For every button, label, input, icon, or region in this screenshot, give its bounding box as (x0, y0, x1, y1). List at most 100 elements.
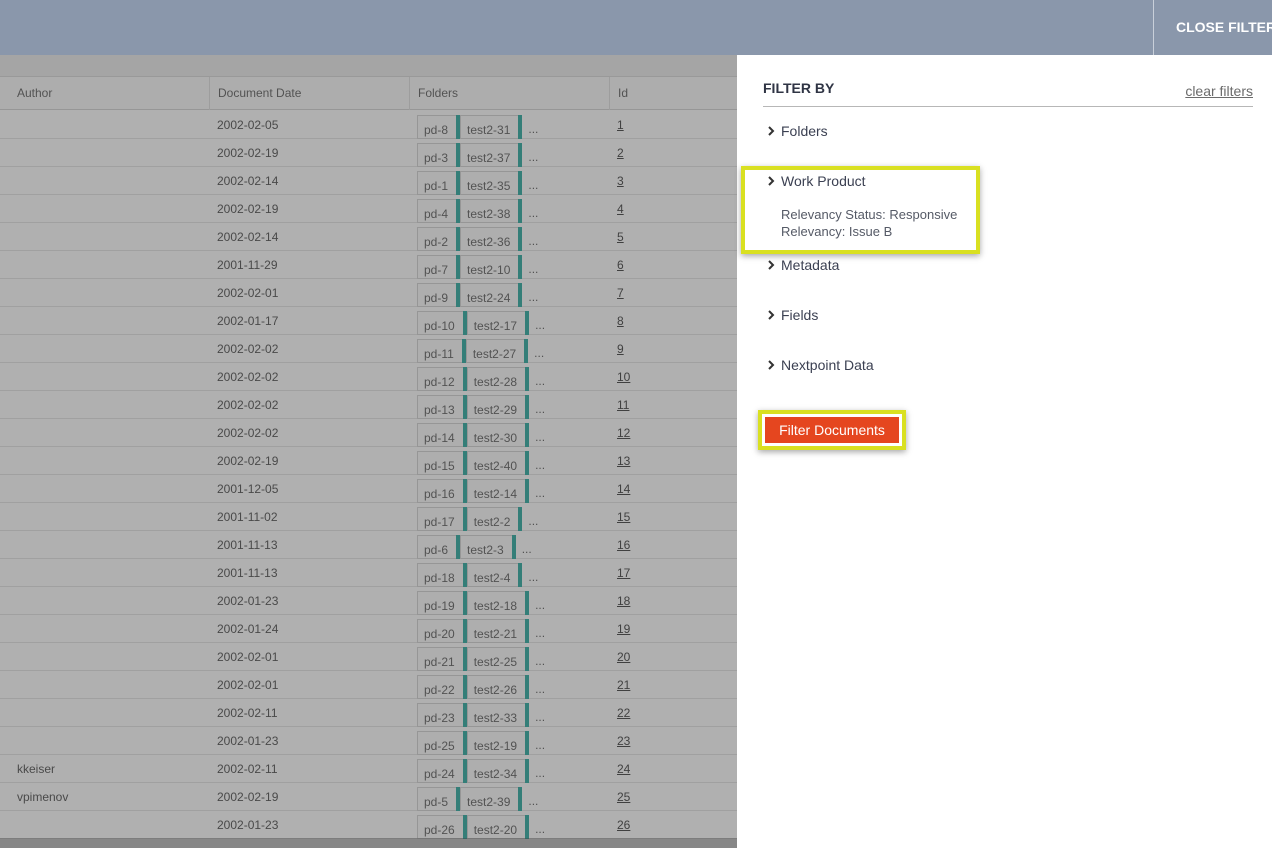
document-id-link[interactable]: 11 (617, 391, 629, 419)
folder-tag[interactable]: test2-17 (466, 311, 530, 335)
folder-tag[interactable]: test2-18 (466, 591, 530, 615)
document-id-link[interactable]: 6 (617, 251, 624, 279)
more-folders-indicator[interactable]: ... (522, 259, 538, 279)
more-folders-indicator[interactable]: ... (529, 483, 545, 503)
folder-tag[interactable]: pd-1 (417, 171, 461, 195)
folder-tag[interactable]: pd-11 (417, 339, 466, 363)
folder-tag[interactable]: pd-14 (417, 423, 467, 447)
more-folders-indicator[interactable]: ... (522, 175, 538, 195)
close-filters-button[interactable]: CLOSE FILTERS (1153, 0, 1272, 55)
table-row[interactable]: 2002-01-23 pd-19 test2-18... 18 (0, 587, 737, 615)
more-folders-indicator[interactable]: ... (516, 539, 532, 559)
table-row[interactable]: 2001-11-13 pd-6 test2-3... 16 (0, 531, 737, 559)
table-row[interactable]: 2002-02-02 pd-14 test2-30... 12 (0, 419, 737, 447)
column-header-id[interactable]: Id (609, 77, 628, 110)
folder-tag[interactable]: test2-10 (460, 255, 523, 279)
more-folders-indicator[interactable]: ... (522, 791, 538, 811)
document-id-link[interactable]: 15 (617, 503, 630, 531)
more-folders-indicator[interactable]: ... (522, 567, 538, 587)
document-id-link[interactable]: 17 (617, 559, 630, 587)
document-id-link[interactable]: 2 (617, 139, 624, 167)
table-row[interactable]: 2001-11-13 pd-18 test2-4... 17 (0, 559, 737, 587)
section-folders[interactable]: Folders (763, 120, 828, 142)
table-row[interactable]: 2002-02-01 pd-21 test2-25... 20 (0, 643, 737, 671)
document-id-link[interactable]: 8 (617, 307, 624, 335)
more-folders-indicator[interactable]: ... (528, 343, 544, 363)
folder-tag[interactable]: pd-17 (417, 507, 467, 531)
folder-tag[interactable]: pd-12 (417, 367, 467, 391)
folder-tag[interactable]: test2-38 (460, 199, 523, 223)
folder-tag[interactable]: test2-29 (466, 395, 530, 419)
table-row[interactable]: 2001-12-05 pd-16 test2-14... 14 (0, 475, 737, 503)
document-id-link[interactable]: 22 (617, 699, 630, 727)
folder-tag[interactable]: pd-3 (417, 143, 461, 167)
folder-tag[interactable]: test2-14 (466, 479, 530, 503)
table-row[interactable]: 2002-02-19 pd-3 test2-37... 2 (0, 139, 737, 167)
document-id-link[interactable]: 20 (617, 643, 630, 671)
table-row[interactable]: 2002-02-02 pd-11 test2-27... 9 (0, 335, 737, 363)
table-row[interactable]: kkeiser 2002-02-11 pd-24 test2-34... 24 (0, 755, 737, 783)
folder-tag[interactable]: pd-16 (417, 479, 467, 503)
table-row[interactable]: 2002-01-24 pd-20 test2-21... 19 (0, 615, 737, 643)
folder-tag[interactable]: test2-37 (460, 143, 523, 167)
folder-tag[interactable]: test2-21 (466, 619, 530, 643)
document-id-link[interactable]: 12 (617, 419, 630, 447)
document-id-link[interactable]: 5 (617, 223, 624, 251)
more-folders-indicator[interactable]: ... (522, 231, 538, 251)
folder-tag[interactable]: pd-19 (417, 591, 467, 615)
more-folders-indicator[interactable]: ... (529, 371, 545, 391)
more-folders-indicator[interactable]: ... (522, 511, 538, 531)
folder-tag[interactable]: pd-10 (417, 311, 467, 335)
folder-tag[interactable]: test2-26 (466, 675, 530, 699)
section-metadata[interactable]: Metadata (763, 254, 839, 276)
more-folders-indicator[interactable]: ... (522, 203, 538, 223)
more-folders-indicator[interactable]: ... (529, 651, 545, 671)
folder-tag[interactable]: pd-23 (417, 703, 467, 727)
more-folders-indicator[interactable]: ... (529, 735, 545, 755)
document-id-link[interactable]: 3 (617, 167, 624, 195)
section-fields[interactable]: Fields (763, 304, 818, 326)
more-folders-indicator[interactable]: ... (529, 427, 545, 447)
folder-tag[interactable]: pd-9 (417, 283, 461, 307)
document-id-link[interactable]: 23 (617, 727, 630, 755)
table-row[interactable]: 2002-01-23 pd-25 test2-19... 23 (0, 727, 737, 755)
folder-tag[interactable]: pd-25 (417, 731, 467, 755)
document-id-link[interactable]: 21 (617, 671, 630, 699)
document-id-link[interactable]: 9 (617, 335, 624, 363)
folder-tag[interactable]: test2-36 (460, 227, 523, 251)
table-row[interactable]: 2002-02-19 pd-4 test2-38... 4 (0, 195, 737, 223)
more-folders-indicator[interactable]: ... (529, 707, 545, 727)
folder-tag[interactable]: pd-8 (417, 115, 461, 139)
folder-tag[interactable]: test2-28 (466, 367, 530, 391)
folder-tag[interactable]: test2-25 (466, 647, 530, 671)
document-id-link[interactable]: 10 (617, 363, 630, 391)
document-id-link[interactable]: 19 (617, 615, 630, 643)
folder-tag[interactable]: pd-22 (417, 675, 467, 699)
more-folders-indicator[interactable]: ... (522, 147, 538, 167)
folder-tag[interactable]: pd-15 (417, 451, 467, 475)
folder-tag[interactable]: test2-31 (460, 115, 523, 139)
folder-tag[interactable]: test2-34 (466, 759, 530, 783)
document-id-link[interactable]: 18 (617, 587, 630, 615)
table-row[interactable]: 2002-02-05 pd-8 test2-31... 1 (0, 111, 737, 139)
more-folders-indicator[interactable]: ... (529, 679, 545, 699)
table-row[interactable]: 2002-02-14 pd-2 test2-36... 5 (0, 223, 737, 251)
folder-tag[interactable]: pd-20 (417, 619, 467, 643)
table-row[interactable]: 2002-02-02 pd-13 test2-29... 11 (0, 391, 737, 419)
more-folders-indicator[interactable]: ... (529, 399, 545, 419)
section-nextpoint-data[interactable]: Nextpoint Data (763, 354, 874, 376)
folder-tag[interactable]: pd-2 (417, 227, 461, 251)
document-id-link[interactable]: 4 (617, 195, 624, 223)
table-row[interactable]: 2002-02-01 pd-22 test2-26... 21 (0, 671, 737, 699)
more-folders-indicator[interactable]: ... (529, 763, 545, 783)
folder-tag[interactable]: test2-4 (466, 563, 523, 587)
document-id-link[interactable]: 16 (617, 531, 630, 559)
folder-tag[interactable]: test2-24 (460, 283, 523, 307)
folder-tag[interactable]: pd-13 (417, 395, 467, 419)
folder-tag[interactable]: pd-7 (417, 255, 461, 279)
table-row[interactable]: 2002-02-11 pd-23 test2-33... 22 (0, 699, 737, 727)
document-id-link[interactable]: 13 (617, 447, 630, 475)
folder-tag[interactable]: pd-4 (417, 199, 461, 223)
document-id-link[interactable]: 26 (617, 811, 630, 839)
section-work-product[interactable]: Work Product (763, 170, 866, 192)
